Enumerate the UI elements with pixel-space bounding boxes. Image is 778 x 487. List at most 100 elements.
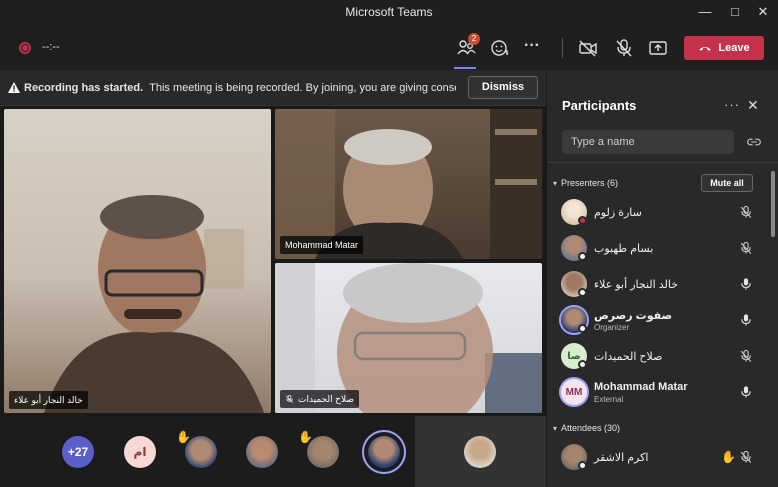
- avatar: [561, 235, 587, 261]
- status-busy-icon: [578, 216, 587, 225]
- avatar: [561, 444, 587, 470]
- presenters-group-header[interactable]: ▾ Presenters (6): [553, 178, 618, 188]
- reactions-icon: [491, 40, 509, 56]
- meeting-timer: --:--: [42, 41, 60, 53]
- attendees-label: Attendees (30): [561, 423, 621, 433]
- dismiss-button[interactable]: Dismiss: [468, 76, 538, 99]
- share-screen-button[interactable]: [648, 38, 670, 58]
- raised-hand-icon: ✋: [721, 450, 736, 464]
- window-title: Microsoft Teams: [345, 5, 433, 19]
- close-icon[interactable]: ✕: [754, 3, 772, 21]
- video-tile[interactable]: صلاح الحميدات: [275, 263, 542, 413]
- tile-name-label: خالد النجار أبو علاء: [9, 391, 88, 409]
- participant-role: Organizer: [594, 323, 630, 332]
- overflow-count-button[interactable]: +27: [62, 436, 94, 468]
- participants-panel: Participants ··· ✕ ▾Presenters (6) Mute …: [546, 70, 778, 487]
- title-bar: Microsoft Teams — □ ✕: [0, 0, 778, 26]
- participant-role: External: [594, 395, 624, 404]
- video-tile[interactable]: خالد النجار أبو علاء: [4, 109, 271, 413]
- camera-off-icon: [579, 40, 597, 57]
- participant-name: Mohammad Matar: [594, 381, 688, 393]
- participant-strip: +27 ام ✋ ✋: [0, 416, 546, 487]
- toolbar-divider: [562, 38, 563, 58]
- panel-title: Participants: [562, 98, 637, 113]
- participant-row[interactable]: سارة زلوم: [547, 195, 773, 231]
- avatar[interactable]: [368, 436, 400, 468]
- participant-name: صفوت رصرص: [594, 310, 673, 322]
- raised-hand-icon: ✋: [176, 430, 191, 444]
- mic-off-icon: [616, 39, 632, 57]
- avatar[interactable]: ام: [124, 436, 156, 468]
- chevron-down-icon: ▾: [553, 179, 558, 188]
- participant-row[interactable]: خالد النجار أبو علاء: [547, 267, 773, 303]
- mute-all-button[interactable]: Mute all: [701, 174, 753, 192]
- video-tile[interactable]: Mohammad Matar: [275, 109, 542, 259]
- avatar: [464, 436, 496, 468]
- mic-on-icon: [741, 386, 751, 398]
- avatar: [561, 307, 587, 333]
- participant-name: خالد النجار أبو علاء: [594, 279, 679, 291]
- status-available-icon: [578, 360, 587, 369]
- active-tab-indicator: [454, 67, 476, 69]
- raised-hand-icon: ✋: [298, 430, 313, 444]
- tile-name-label: صلاح الحميدات: [280, 390, 359, 408]
- self-preview[interactable]: [415, 416, 546, 487]
- participant-name: صلاح الحميدات: [594, 351, 663, 363]
- camera-toggle-button[interactable]: [578, 38, 600, 58]
- status-available-icon: [578, 288, 587, 297]
- participant-row[interactable]: MM Mohammad Matar External: [547, 375, 773, 411]
- mic-toggle-button[interactable]: [614, 38, 636, 58]
- mic-on-icon: [741, 278, 751, 290]
- status-available-icon: [578, 252, 587, 261]
- mic-off-icon: [740, 241, 752, 254]
- mic-off-icon: [286, 394, 293, 403]
- share-screen-icon: [649, 41, 667, 55]
- participants-list: ▾ Presenters (6) Mute all سارة زلوم بسام …: [547, 162, 778, 487]
- status-available-icon: [578, 461, 587, 470]
- participant-name: اكرم الاشقر: [594, 452, 649, 464]
- status-available-icon: [578, 324, 587, 333]
- participants-button[interactable]: 2: [456, 33, 480, 58]
- mic-off-icon: [740, 205, 752, 218]
- close-icon[interactable]: ✕: [747, 97, 759, 114]
- banner-text: This meeting is being recorded. By joini…: [149, 82, 456, 94]
- meeting-toolbar: --:-- 2 ··· Leave: [0, 26, 778, 70]
- banner-title: Recording has started.: [24, 82, 144, 94]
- attendees-group-header[interactable]: ▾ Attendees (30): [553, 423, 620, 433]
- presenters-label: Presenters (6): [561, 178, 619, 188]
- participant-row[interactable]: بسام طهبوب: [547, 231, 773, 267]
- warning-icon: [8, 82, 20, 93]
- participant-row[interactable]: اكرم الاشقر ✋: [547, 440, 773, 476]
- leave-button[interactable]: Leave: [684, 36, 764, 60]
- participant-video-icon: [44, 195, 264, 413]
- minimize-icon[interactable]: —: [696, 3, 714, 21]
- mic-on-icon: [741, 314, 751, 326]
- participant-row[interactable]: صا صلاح الحميدات: [547, 339, 773, 375]
- tile-name-label: Mohammad Matar: [280, 236, 364, 254]
- share-invite-icon[interactable]: [747, 136, 761, 148]
- search-input[interactable]: [562, 130, 734, 154]
- banner-message: Recording has started. This meeting is b…: [24, 82, 456, 94]
- participant-name: سارة زلوم: [594, 207, 642, 219]
- avatar[interactable]: [246, 436, 278, 468]
- reactions-button[interactable]: [490, 38, 512, 58]
- video-stage: خالد النجار أبو علاء Mohammad Matar صلاح…: [0, 106, 546, 416]
- hang-up-icon: [699, 46, 711, 51]
- more-actions-button[interactable]: ···: [524, 38, 546, 58]
- recording-indicator-icon: [19, 42, 31, 54]
- mic-off-icon: [740, 349, 752, 362]
- recording-banner: Recording has started. This meeting is b…: [0, 70, 546, 106]
- chevron-down-icon: ▾: [553, 424, 558, 433]
- participant-name: بسام طهبوب: [594, 243, 654, 255]
- avatar: [561, 271, 587, 297]
- participants-badge: 2: [468, 33, 480, 45]
- maximize-icon[interactable]: □: [726, 3, 744, 21]
- tile-name-text: صلاح الحميدات: [298, 394, 354, 404]
- avatar: صا: [561, 343, 587, 369]
- panel-more-icon[interactable]: ···: [724, 97, 740, 112]
- participant-row[interactable]: صفوت رصرص Organizer: [547, 303, 773, 339]
- leave-label: Leave: [718, 42, 750, 54]
- more-icon: ···: [524, 37, 540, 54]
- avatar: MM: [561, 379, 587, 405]
- mic-off-icon: [740, 450, 752, 463]
